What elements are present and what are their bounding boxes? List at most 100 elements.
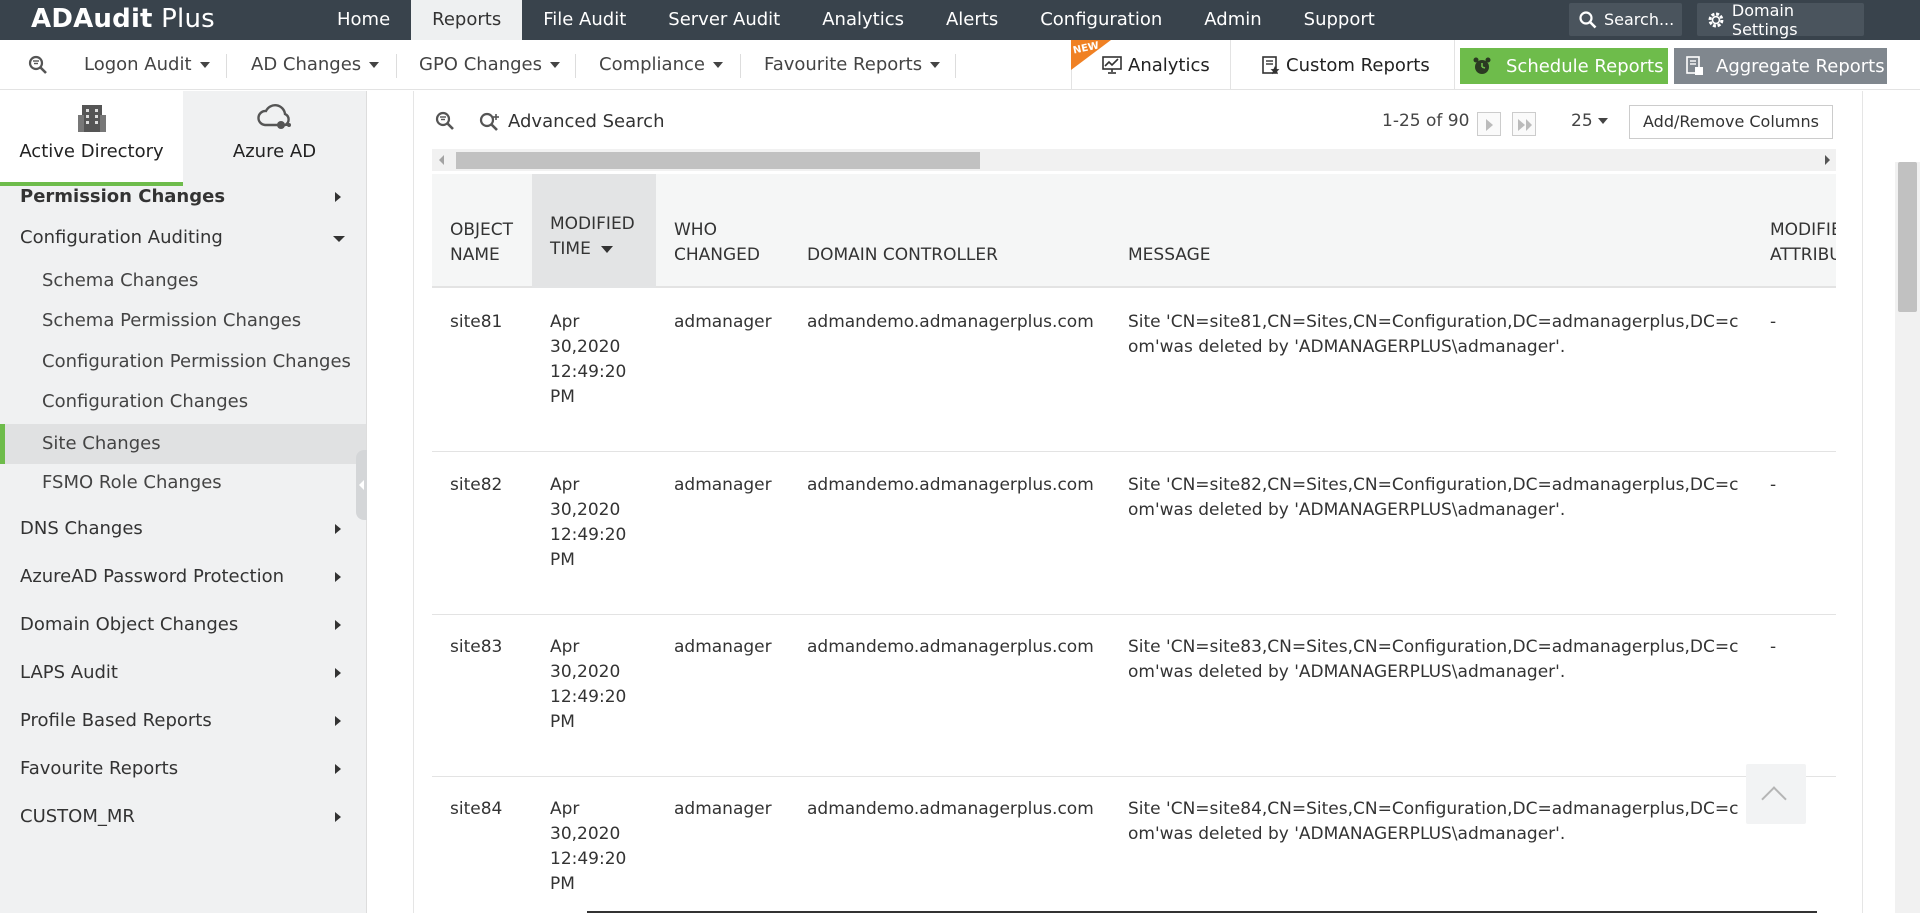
cell-message: Site 'CN=site81,CN=Sites,CN=Configuratio…	[1128, 312, 1739, 357]
cell-message: Site 'CN=site84,CN=Sites,CN=Configuratio…	[1128, 799, 1739, 844]
column-domain-controller[interactable]: DOMAIN CONTROLLER	[807, 174, 1067, 288]
sidebar-item-label: Favourite Reports	[20, 758, 179, 779]
sidebar-item-azuread-password-protection[interactable]: AzureAD Password Protection	[0, 559, 366, 595]
cell-object-name: site84	[450, 799, 503, 819]
schedule-reports-button[interactable]: Schedule Reports	[1460, 48, 1668, 84]
report-panel: Advanced Search 1-25 of 90 25 Add/Remove…	[413, 91, 1863, 913]
sidebar-item-profile-based-reports[interactable]: Profile Based Reports	[0, 703, 366, 739]
filter-search-icon[interactable]	[434, 111, 456, 131]
sidebar-item-configuration-changes[interactable]: Configuration Changes	[0, 384, 366, 420]
cell-modified-attributes: -	[1770, 475, 1777, 495]
scroll-left-icon[interactable]	[439, 155, 444, 165]
chevron-right-icon	[335, 192, 341, 202]
sidebar-item-schema-changes[interactable]: Schema Changes	[0, 263, 366, 299]
aggregate-reports-icon	[1686, 56, 1703, 75]
cell-message: Site 'CN=site83,CN=Sites,CN=Configuratio…	[1128, 637, 1739, 682]
custom-reports-tab[interactable]: Custom Reports	[1232, 40, 1455, 90]
sidebar-item-dns-changes[interactable]: DNS Changes	[0, 511, 366, 547]
sidebar-item-permission-changes[interactable]: Permission Changes	[0, 179, 366, 215]
column-modified-attributes[interactable]: MODIFIED ATTRIBUTES	[1770, 174, 1836, 288]
sidebar-item-favourite-reports[interactable]: Favourite Reports	[0, 751, 366, 787]
domain-settings-button[interactable]: Domain Settings	[1697, 0, 1864, 39]
back-to-top-button[interactable]	[1746, 764, 1806, 824]
sidebar-item-label: LAPS Audit	[20, 662, 118, 683]
aggregate-reports-button[interactable]: Aggregate Reports	[1674, 48, 1887, 84]
topnav-reports[interactable]: Reports	[411, 0, 523, 40]
column-who-changed[interactable]: WHO CHANGED	[674, 174, 774, 288]
cell-domain-controller: admandemo.admanagerplus.com	[807, 312, 1094, 332]
domain-settings-label: Domain Settings	[1731, 0, 1798, 39]
sidebar-item-configuration-auditing[interactable]: Configuration Auditing	[0, 220, 366, 256]
menu-favourite-reports[interactable]: Favourite Reports	[764, 40, 941, 90]
column-modified-time-label: MODIFIED TIME	[550, 212, 656, 262]
menu-ad-changes-label: AD Changes	[251, 54, 362, 75]
topnav-server-audit[interactable]: Server Audit	[647, 0, 801, 40]
topnav-support[interactable]: Support	[1283, 0, 1396, 40]
topnav-analytics[interactable]: Analytics	[801, 0, 925, 40]
cell-object-name: site83	[450, 637, 503, 657]
last-page-button[interactable]	[1512, 112, 1536, 136]
column-object-name[interactable]: OBJECT NAME	[450, 174, 528, 288]
horizontal-scroll-thumb[interactable]	[456, 152, 980, 169]
cell-who-changed: admanager	[674, 475, 772, 495]
chevron-down-icon	[930, 62, 941, 68]
sidebar-item-label: Configuration Auditing	[20, 227, 223, 248]
sidebar-item-label: Domain Object Changes	[20, 614, 239, 635]
divider	[396, 54, 397, 78]
vertical-scrollbar[interactable]	[1895, 162, 1920, 913]
pager-range: 1-25 of 90	[1382, 111, 1470, 131]
add-remove-columns-button[interactable]: Add/Remove Columns	[1629, 105, 1833, 139]
sidebar-item-laps-audit[interactable]: LAPS Audit	[0, 655, 366, 691]
tab-active-directory[interactable]: Active Directory	[0, 91, 183, 186]
sidebar-item-fsmo-role-changes[interactable]: FSMO Role Changes	[0, 465, 366, 501]
table-row[interactable]: site83 Apr 30,2020 12:49:20 PM admanager…	[432, 615, 1836, 777]
scroll-right-icon[interactable]	[1825, 155, 1830, 165]
search-label: Search...	[1604, 10, 1675, 29]
table-row[interactable]: site84 Apr 30,2020 12:49:20 PM admanager…	[432, 777, 1836, 913]
sidebar-item-schema-permission-changes[interactable]: Schema Permission Changes	[0, 303, 366, 339]
menu-compliance[interactable]: Compliance	[599, 40, 723, 90]
column-modified-time[interactable]: MODIFIED TIME	[532, 174, 656, 288]
sidebar-item-configuration-permission-changes[interactable]: Configuration Permission Changes	[0, 344, 366, 380]
sidebar-item-label: CUSTOM_MR	[20, 806, 135, 827]
cell-modified-time: Apr 30,2020 12:49:20 PM	[550, 312, 627, 407]
sidebar-item-domain-object-changes[interactable]: Domain Object Changes	[0, 607, 366, 643]
menu-logon-audit[interactable]: Logon Audit	[84, 40, 210, 90]
cloud-icon	[256, 104, 291, 129]
page-size-select[interactable]: 25	[1571, 111, 1608, 131]
cell-domain-controller: admandemo.admanagerplus.com	[807, 637, 1094, 657]
topnav-configuration[interactable]: Configuration	[1019, 0, 1183, 40]
tab-azure-ad[interactable]: Azure AD	[183, 91, 366, 186]
column-message[interactable]: MESSAGE	[1128, 174, 1328, 288]
building-icon	[77, 105, 106, 132]
topnav-file-audit[interactable]: File Audit	[522, 0, 647, 40]
topnav-home[interactable]: Home	[316, 0, 411, 40]
global-search-button[interactable]: Search...	[1569, 3, 1682, 36]
top-nav: Home Reports File Audit Server Audit Ana…	[316, 0, 1396, 40]
page-size-value: 25	[1571, 111, 1593, 131]
cell-object-name: site82	[450, 475, 503, 495]
menu-gpo-changes[interactable]: GPO Changes	[419, 40, 560, 90]
topnav-alerts[interactable]: Alerts	[925, 0, 1019, 40]
chevron-down-icon	[1597, 118, 1608, 124]
horizontal-scrollbar[interactable]	[432, 149, 1836, 171]
sidebar-item-custom-mr[interactable]: CUSTOM_MR	[0, 799, 366, 835]
table-row[interactable]: site82 Apr 30,2020 12:49:20 PM admanager…	[432, 453, 1836, 615]
app-logo[interactable]: ADAudit Plus	[31, 4, 215, 34]
sidebar-item-site-changes[interactable]: Site Changes	[0, 424, 366, 464]
advanced-search-link[interactable]: Advanced Search	[478, 111, 664, 132]
cell-message: Site 'CN=site82,CN=Sites,CN=Configuratio…	[1128, 475, 1739, 520]
menu-favourite-reports-label: Favourite Reports	[764, 54, 923, 75]
menu-ad-changes[interactable]: AD Changes	[251, 40, 380, 90]
cell-modified-attributes: -	[1770, 637, 1777, 657]
cell-domain-controller: admandemo.admanagerplus.com	[807, 799, 1094, 819]
filter-search-icon[interactable]	[27, 55, 49, 75]
tab-azure-ad-label: Azure AD	[232, 141, 317, 162]
search-plus-icon	[479, 112, 499, 131]
vertical-scroll-thumb[interactable]	[1898, 162, 1917, 312]
next-page-button[interactable]	[1477, 112, 1501, 136]
table-row[interactable]: site81 Apr 30,2020 12:49:20 PM admanager…	[432, 290, 1836, 452]
topnav-admin[interactable]: Admin	[1183, 0, 1282, 40]
cell-who-changed: admanager	[674, 637, 772, 657]
cell-modified-attributes: -	[1770, 312, 1777, 332]
